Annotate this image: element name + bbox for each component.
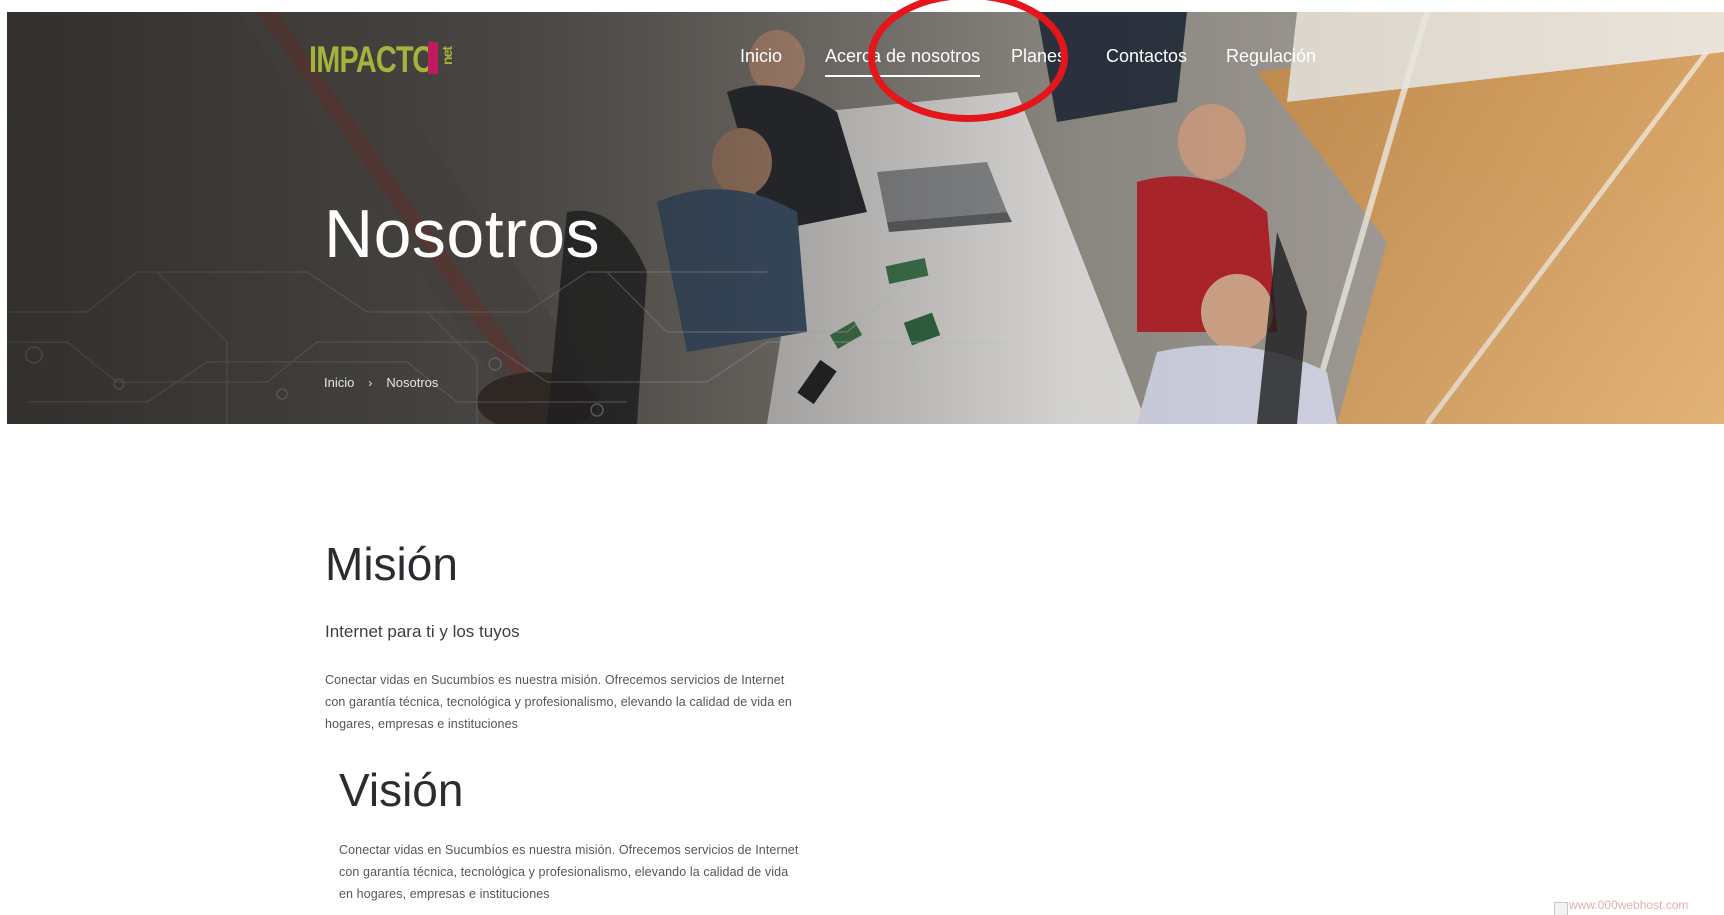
nav-item-planes[interactable]: Planes bbox=[1011, 44, 1066, 68]
vision-text-line: Conectar vidas en Sucumbíos es nuestra m… bbox=[339, 843, 799, 857]
nav-item-inicio[interactable]: Inicio bbox=[740, 44, 782, 68]
mission-text: Conectar vidas en Sucumbíos es nuestra m… bbox=[325, 669, 792, 735]
vision-heading: Visión bbox=[339, 764, 464, 816]
mission-text-line: Conectar vidas en Sucumbíos es nuestra m… bbox=[325, 673, 785, 687]
nav-item-acerca-de-nosotros[interactable]: Acerca de nosotros bbox=[825, 44, 981, 77]
mission-text-line: hogares, empresas e instituciones bbox=[325, 717, 518, 731]
vision-text-line: en hogares, empresas e instituciones bbox=[339, 887, 550, 901]
page: IMPACTO net Inicio Acerca de nosotros Pl… bbox=[0, 0, 1724, 915]
breadcrumb-separator: › bbox=[368, 376, 373, 390]
main-navigation: Inicio Acerca de nosotros Planes Contact… bbox=[7, 12, 1724, 92]
hosting-badge-link[interactable]: www.000webhost.com bbox=[1554, 899, 1724, 915]
nav-item-regulacion[interactable]: Regulación bbox=[1226, 44, 1316, 68]
page-title: Nosotros bbox=[324, 196, 601, 272]
hosting-badge-alt-text: www.000webhost.com bbox=[1569, 899, 1689, 912]
nav-item-contactos[interactable]: Contactos bbox=[1106, 44, 1187, 68]
hero-banner: IMPACTO net Inicio Acerca de nosotros Pl… bbox=[7, 12, 1724, 424]
vision-text: Conectar vidas en Sucumbíos es nuestra m… bbox=[339, 839, 798, 905]
mission-subtitle: Internet para ti y los tuyos bbox=[325, 622, 520, 641]
vision-text-line: con garantía técnica, tecnológica y prof… bbox=[339, 865, 789, 879]
breadcrumb: Inicio › Nosotros bbox=[324, 374, 438, 392]
breadcrumb-current: Nosotros bbox=[386, 375, 439, 390]
broken-image-icon bbox=[1554, 902, 1568, 915]
mission-text-line: con garantía técnica, tecnológica y prof… bbox=[325, 695, 792, 709]
breadcrumb-home-link[interactable]: Inicio bbox=[324, 374, 354, 392]
mission-heading: Misión bbox=[325, 538, 458, 590]
